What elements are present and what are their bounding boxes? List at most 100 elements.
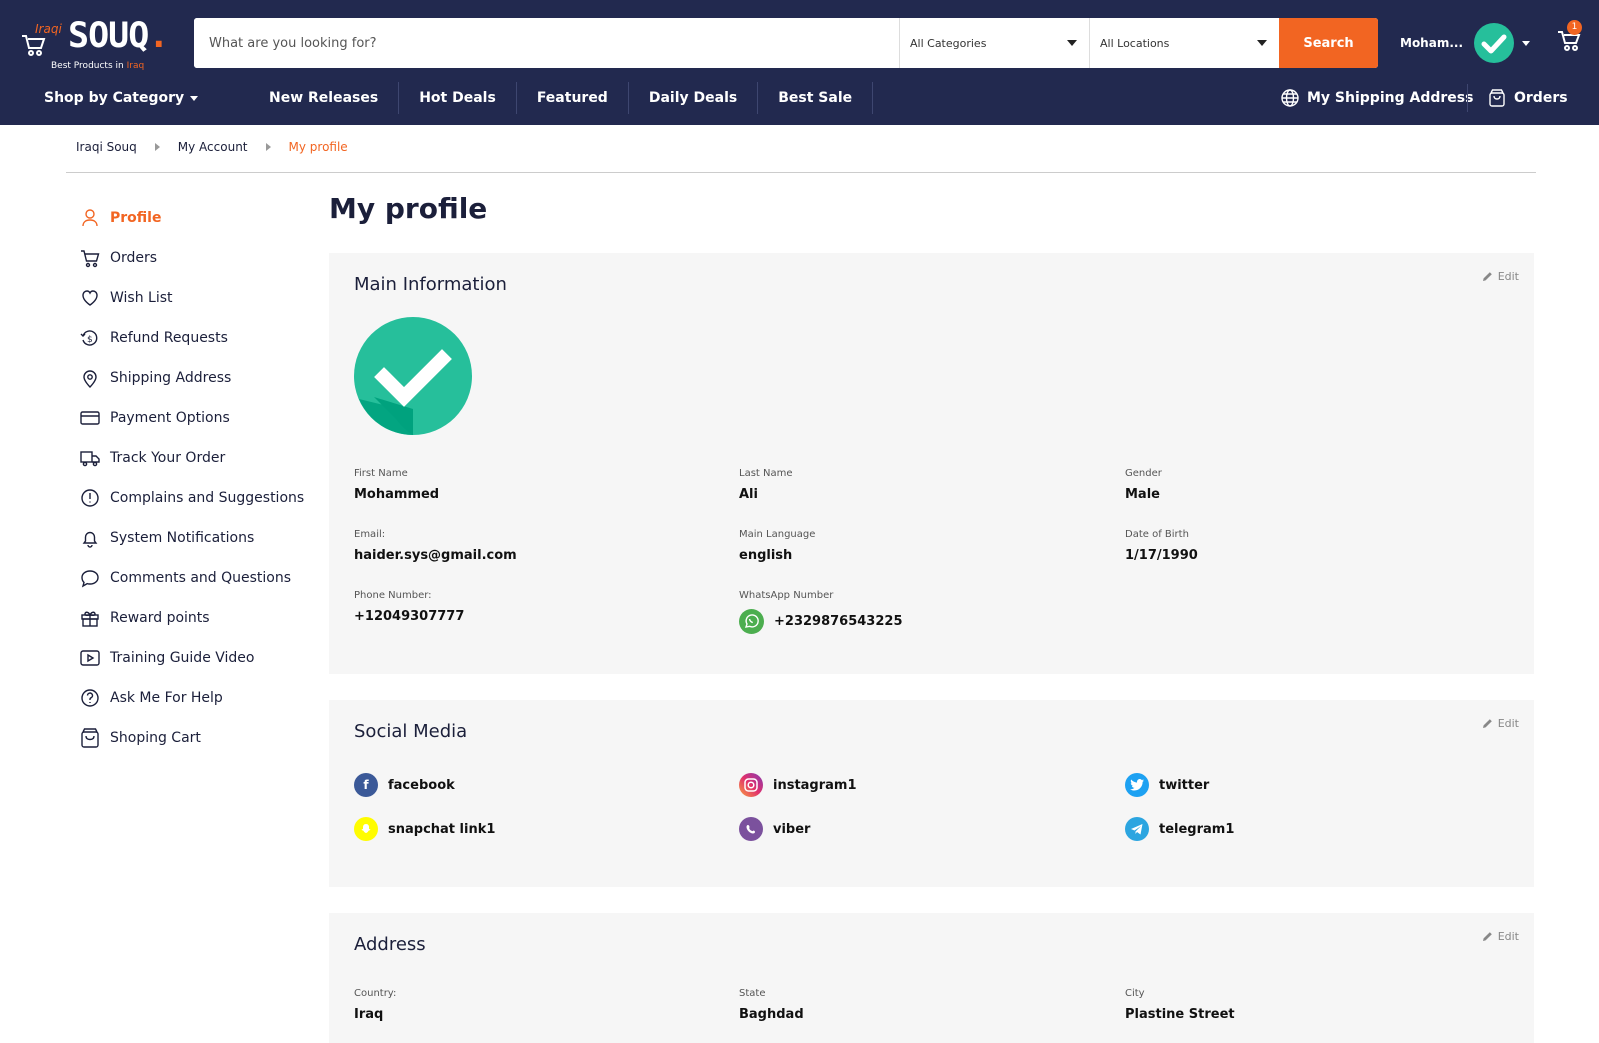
nav-divider xyxy=(1467,84,1468,112)
video-icon xyxy=(80,650,100,666)
first-name-label: First Name xyxy=(354,468,408,479)
sidebar-item-label: Ask Me For Help xyxy=(110,690,223,706)
credit-card-icon xyxy=(80,411,100,425)
gender-field: Gender Male xyxy=(1125,468,1485,502)
chevron-down-icon xyxy=(1522,40,1530,46)
phone-number-value: +12049307777 xyxy=(354,609,465,624)
sidebar-item-refund-requests[interactable]: $ Refund Requests xyxy=(80,318,320,358)
social-snapchat[interactable]: snapchat link1 xyxy=(354,817,495,841)
nav-shipping-address[interactable]: My Shipping Address xyxy=(1281,82,1473,114)
sidebar-item-payment-options[interactable]: Payment Options xyxy=(80,398,320,438)
gender-label: Gender xyxy=(1125,468,1162,479)
sidebar-item-profile[interactable]: Profile xyxy=(80,198,320,238)
shopping-bag-icon xyxy=(1489,89,1505,107)
nav-orders-label: Orders xyxy=(1514,90,1568,106)
email-field: Email: haider.sys@gmail.com xyxy=(354,529,714,563)
logo-tagline: Best Products in Iraq xyxy=(51,61,145,71)
email-label: Email: xyxy=(354,529,386,540)
nav-orders[interactable]: Orders xyxy=(1488,82,1568,114)
sidebar-item-label: System Notifications xyxy=(110,530,255,546)
sidebar-item-label: Complains and Suggestions xyxy=(110,490,305,506)
sidebar-item-complains[interactable]: Complains and Suggestions xyxy=(80,478,320,518)
svg-text:$: $ xyxy=(87,335,93,345)
first-name-field: First Name Mohammed xyxy=(354,468,714,502)
social-telegram[interactable]: telegram1 xyxy=(1125,817,1234,841)
location-select-value: All Locations xyxy=(1100,36,1170,50)
sidebar-item-reward-points[interactable]: Reward points xyxy=(80,598,320,638)
breadcrumb-my-account[interactable]: My Account xyxy=(178,140,248,154)
alert-circle-icon xyxy=(81,489,99,507)
sidebar-item-shipping-address[interactable]: Shipping Address xyxy=(80,358,320,398)
last-name-label: Last Name xyxy=(739,468,793,479)
edit-label: Edit xyxy=(1497,930,1519,943)
sidebar-item-label: Orders xyxy=(110,250,158,266)
sidebar-item-orders[interactable]: Orders xyxy=(80,238,320,278)
address-card: Address Edit Country: Iraq State Baghdad… xyxy=(329,913,1534,1043)
shop-by-category-menu[interactable]: Shop by Category xyxy=(44,78,199,118)
edit-label: Edit xyxy=(1497,717,1519,730)
sidebar-item-label: Shoping Cart xyxy=(110,730,201,746)
search-input[interactable] xyxy=(194,18,899,68)
chevron-down-icon xyxy=(190,95,199,101)
shopping-bag-icon xyxy=(81,728,99,748)
help-circle-icon xyxy=(81,689,99,707)
sidebar-item-label: Payment Options xyxy=(110,410,230,426)
whatsapp-number-label: WhatsApp Number xyxy=(739,590,834,601)
sidebar-item-label: Wish List xyxy=(110,290,173,306)
country-field: Country: Iraq xyxy=(354,988,714,1022)
whatsapp-number-value: +2329876543225 xyxy=(774,614,903,629)
whatsapp-icon xyxy=(739,609,764,634)
sidebar-item-system-notifications[interactable]: System Notifications xyxy=(80,518,320,558)
nav-link-best-sale[interactable]: Best Sale xyxy=(758,82,874,114)
chat-bubble-icon xyxy=(81,570,99,588)
edit-address-button[interactable]: Edit xyxy=(1482,930,1519,943)
social-instagram[interactable]: instagram1 xyxy=(739,773,857,797)
category-select[interactable]: All Categories xyxy=(899,18,1089,68)
edit-social-media-button[interactable]: Edit xyxy=(1482,717,1519,730)
city-value: Plastine Street xyxy=(1125,1007,1235,1022)
sidebar-item-shopping-cart[interactable]: Shoping Cart xyxy=(80,718,320,758)
edit-label: Edit xyxy=(1497,270,1519,283)
sidebar-item-track-your-order[interactable]: Track Your Order xyxy=(80,438,320,478)
sidebar-item-ask-for-help[interactable]: Ask Me For Help xyxy=(80,678,320,718)
nav-link-featured[interactable]: Featured xyxy=(517,82,629,114)
country-value: Iraq xyxy=(354,1007,384,1022)
divider xyxy=(66,172,1536,173)
nav-link-daily-deals[interactable]: Daily Deals xyxy=(629,82,759,114)
location-select[interactable]: All Locations xyxy=(1089,18,1279,68)
social-facebook[interactable]: f facebook xyxy=(354,773,455,797)
user-menu[interactable]: Moham... xyxy=(1400,18,1530,68)
breadcrumb-current: My profile xyxy=(288,140,348,154)
phone-number-label: Phone Number: xyxy=(354,590,432,601)
social-viber[interactable]: viber xyxy=(739,817,810,841)
date-of-birth-field: Date of Birth 1/17/1990 xyxy=(1125,529,1485,563)
nav-shipping-label: My Shipping Address xyxy=(1307,90,1474,106)
viber-icon xyxy=(739,817,763,841)
souq-logo[interactable]: Iraqi SOUQ. Best Products in Iraq xyxy=(20,16,169,76)
user-icon xyxy=(82,209,98,227)
sidebar-item-wish-list[interactable]: Wish List xyxy=(80,278,320,318)
edit-main-information-button[interactable]: Edit xyxy=(1482,270,1519,283)
breadcrumb-separator-icon xyxy=(265,143,271,151)
social-media-card: Social Media Edit f facebook instagram1 … xyxy=(329,700,1534,887)
state-field: State Baghdad xyxy=(739,988,1099,1022)
phone-number-field: Phone Number: +12049307777 xyxy=(354,590,714,624)
sidebar-item-comments[interactable]: Comments and Questions xyxy=(80,558,320,598)
nav-link-hot-deals[interactable]: Hot Deals xyxy=(399,82,517,114)
social-media-title: Social Media xyxy=(354,721,468,742)
search-button[interactable]: Search xyxy=(1279,18,1378,68)
category-select-value: All Categories xyxy=(910,36,987,50)
nav-link-new-releases[interactable]: New Releases xyxy=(249,82,400,114)
last-name-value: Ali xyxy=(739,487,758,502)
logo-wordmark: SOUQ. xyxy=(68,16,169,56)
instagram-icon xyxy=(739,773,763,797)
breadcrumb-home[interactable]: Iraqi Souq xyxy=(76,140,137,154)
avatar xyxy=(1474,23,1514,63)
profile-avatar[interactable] xyxy=(354,317,472,435)
sidebar-item-training-guide[interactable]: Training Guide Video xyxy=(80,638,320,678)
location-pin-icon xyxy=(83,370,97,388)
social-twitter[interactable]: twitter xyxy=(1125,773,1209,797)
social-facebook-label: facebook xyxy=(388,777,455,793)
refund-icon: $ xyxy=(80,330,98,346)
city-label: City xyxy=(1125,988,1145,999)
